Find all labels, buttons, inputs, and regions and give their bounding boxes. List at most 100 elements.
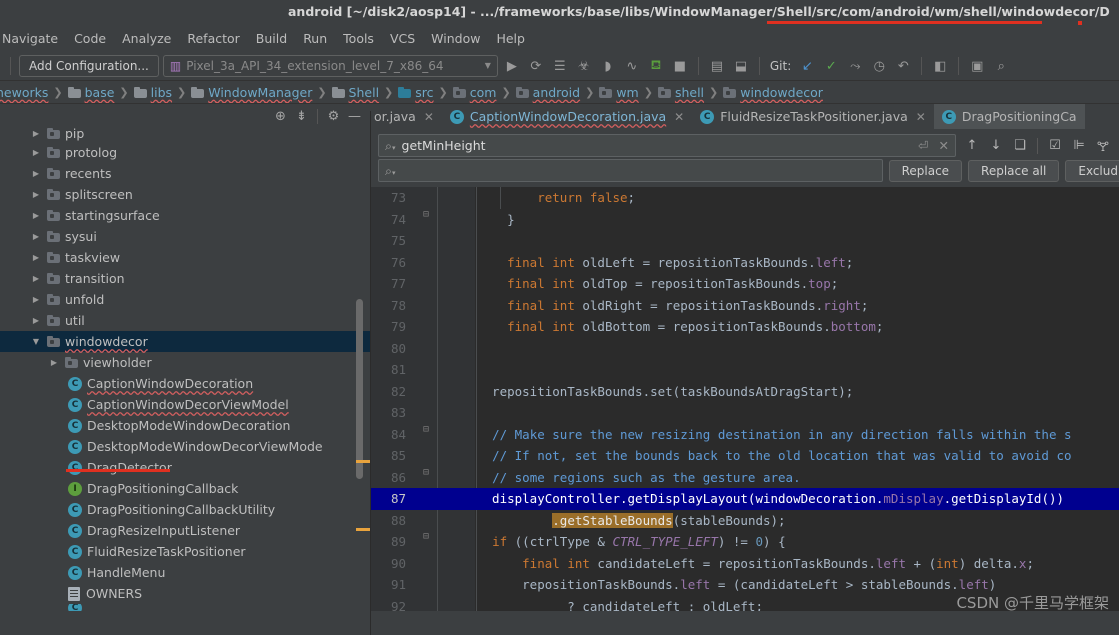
commit-icon[interactable]: ✓ [821, 56, 841, 76]
tree-row[interactable]: C CaptionWindowDecoration [0, 373, 370, 394]
chevron-right-icon[interactable]: ▶ [48, 358, 60, 367]
enter-icon[interactable]: ⏎ [918, 138, 928, 153]
tab-or-java[interactable]: or.java ✕ [370, 104, 442, 129]
code-line[interactable]: 79 final int oldBottom = repositionTaskB… [370, 316, 1119, 338]
hide-panel-icon[interactable]: — [345, 107, 364, 126]
close-icon[interactable]: ✕ [424, 110, 434, 124]
tree-row[interactable]: C HandleMenu [0, 562, 370, 583]
code-line[interactable]: 87 displayController.getDisplayLayout(wi… [370, 488, 1119, 510]
menu-navigate[interactable]: Navigate [0, 28, 66, 49]
close-icon[interactable]: ✕ [916, 110, 926, 124]
chevron-right-icon[interactable]: ▶ [30, 253, 42, 262]
search-icon[interactable]: ⌕▾ [385, 138, 396, 154]
sdk-manager-icon[interactable]: ⬓ [731, 56, 751, 76]
tree-row[interactable]: C CaptionWindowDecorViewModel [0, 394, 370, 415]
debug-icon[interactable]: ☣ [574, 56, 594, 76]
tree-row[interactable]: ▶ taskview [0, 247, 370, 268]
pane-divider[interactable] [370, 111, 371, 635]
stop-icon[interactable]: ■ [670, 56, 690, 76]
run-icon[interactable]: ▶ [502, 56, 522, 76]
replace-all-button[interactable]: Replace all [968, 159, 1060, 182]
tree-row[interactable]: ▶ transition [0, 268, 370, 289]
breadcrumb-item-android[interactable]: android [515, 85, 580, 100]
search-everywhere-icon[interactable]: ⌕ [991, 56, 1011, 76]
apply-changes-icon[interactable]: ☰ [550, 56, 570, 76]
menu-window[interactable]: Window [423, 28, 488, 49]
code-line[interactable]: 86 ⊟ // some regions such as the gesture … [370, 467, 1119, 489]
replace-button[interactable]: Replace [888, 159, 963, 182]
breadcrumb-item-windowdecor[interactable]: windowdecor [723, 85, 823, 100]
rerun-icon[interactable]: ⟳ [526, 56, 546, 76]
tree-row[interactable]: C DragDetector [0, 457, 370, 478]
locate-file-icon[interactable]: ⊕ [271, 107, 290, 126]
tree-row[interactable]: C [0, 604, 370, 611]
words-icon[interactable]: ⊫ [1069, 136, 1089, 156]
tree-row[interactable]: C DesktopModeWindowDecoration [0, 415, 370, 436]
settings-gear-icon[interactable]: ⚙ [324, 107, 343, 126]
select-all-occurrences-icon[interactable]: ❏ [1010, 136, 1030, 156]
code-line[interactable]: 75 [370, 230, 1119, 252]
filter-icon[interactable]: 🝖 [1093, 136, 1113, 156]
menu-code[interactable]: Code [66, 28, 114, 49]
breadcrumb-item-wm[interactable]: wm [599, 85, 639, 100]
exclude-button[interactable]: Exclud [1065, 159, 1119, 182]
sidebar-scrollbar[interactable] [356, 299, 363, 479]
tree-row-windowdecor[interactable]: ▼ windowdecor [0, 331, 370, 352]
breadcrumb-item-shell[interactable]: Shell [331, 85, 379, 100]
code-line[interactable]: 81 [370, 359, 1119, 381]
code-line[interactable]: 77 final int oldTop = repositionTaskBoun… [370, 273, 1119, 295]
code-editor[interactable]: 73 return false; 74 ⊟ } 75 76 final int oldL… [370, 187, 1119, 611]
tree-row[interactable]: ▶ splitscreen [0, 184, 370, 205]
find-next-icon[interactable]: ↓ [986, 136, 1006, 156]
chevron-right-icon[interactable]: ▶ [30, 295, 42, 304]
attach-debugger-icon[interactable]: ◗ [598, 56, 618, 76]
breadcrumb-item-frameworks[interactable]: neworks [0, 85, 48, 100]
code-line[interactable]: 73 return false; [370, 187, 1119, 209]
profiler-icon[interactable]: ∿ [622, 56, 642, 76]
fold-collapse-icon[interactable]: ⊟ [414, 467, 438, 489]
fold-collapse-icon[interactable]: ⊟ [414, 209, 438, 231]
breadcrumb-item-windowmanager[interactable]: WindowManager [191, 85, 312, 100]
chevron-down-icon[interactable]: ▼ [30, 337, 42, 346]
chevron-right-icon[interactable]: ▶ [30, 274, 42, 283]
code-line[interactable]: 90 final int candidateLeft = repositionT… [370, 553, 1119, 575]
tree-row[interactable]: C FluidResizeTaskPositioner [0, 541, 370, 562]
tree-row[interactable]: ▶ startingsurface [0, 205, 370, 226]
collapse-all-icon[interactable]: ⇟ [292, 107, 311, 126]
chevron-right-icon[interactable]: ▶ [30, 129, 42, 138]
search-input[interactable]: ⌕▾ getMinHeight ⏎ ✕ [378, 134, 956, 157]
tree-row[interactable]: ▶ viewholder [0, 352, 370, 373]
tree-row[interactable]: ▶ recents [0, 163, 370, 184]
code-line[interactable]: 78 final int oldRight = repositionTaskBo… [370, 295, 1119, 317]
code-line[interactable]: 74 ⊟ } [370, 209, 1119, 231]
match-case-icon[interactable]: ☑ [1045, 136, 1065, 156]
chevron-right-icon[interactable]: ▶ [30, 211, 42, 220]
close-icon[interactable]: ✕ [674, 110, 684, 124]
search-icon[interactable]: ⌕▾ [385, 163, 396, 179]
layout-inspector-icon[interactable]: ▣ [967, 56, 987, 76]
chevron-right-icon[interactable]: ▶ [30, 190, 42, 199]
push-icon[interactable]: ⤳ [845, 56, 865, 76]
code-line[interactable]: 88 .getStableBounds(stableBounds); [370, 510, 1119, 532]
menu-help[interactable]: Help [488, 28, 533, 49]
code-line[interactable]: 85 // If not, set the bounds back to the… [370, 445, 1119, 467]
fold-collapse-icon[interactable]: ⊟ [414, 424, 438, 446]
chevron-right-icon[interactable]: ▶ [30, 148, 42, 157]
avd-manager-icon[interactable]: ▤ [707, 56, 727, 76]
rollback-icon[interactable]: ↶ [893, 56, 913, 76]
menu-vcs[interactable]: VCS [382, 28, 423, 49]
breadcrumb-item-com[interactable]: com [452, 85, 496, 100]
chevron-right-icon[interactable]: ▶ [30, 169, 42, 178]
menu-tools[interactable]: Tools [335, 28, 382, 49]
tree-row[interactable]: ▶ protolog [0, 142, 370, 163]
tree-row[interactable]: I DragPositioningCallback [0, 478, 370, 499]
add-configuration-button[interactable]: Add Configuration... [19, 55, 159, 77]
update-project-icon[interactable]: ↙ [797, 56, 817, 76]
chevron-right-icon[interactable]: ▶ [30, 316, 42, 325]
device-selector[interactable]: ▥ Pixel_3a_API_34_extension_level_7_x86_… [162, 55, 498, 77]
tree-row[interactable]: OWNERS [0, 583, 370, 604]
find-previous-icon[interactable]: ↑ [962, 136, 982, 156]
code-line[interactable]: 84 ⊟ // Make sure the new resizing destin… [370, 424, 1119, 446]
code-line[interactable]: 80 [370, 338, 1119, 360]
fold-collapse-icon[interactable]: ⊟ [414, 531, 438, 553]
